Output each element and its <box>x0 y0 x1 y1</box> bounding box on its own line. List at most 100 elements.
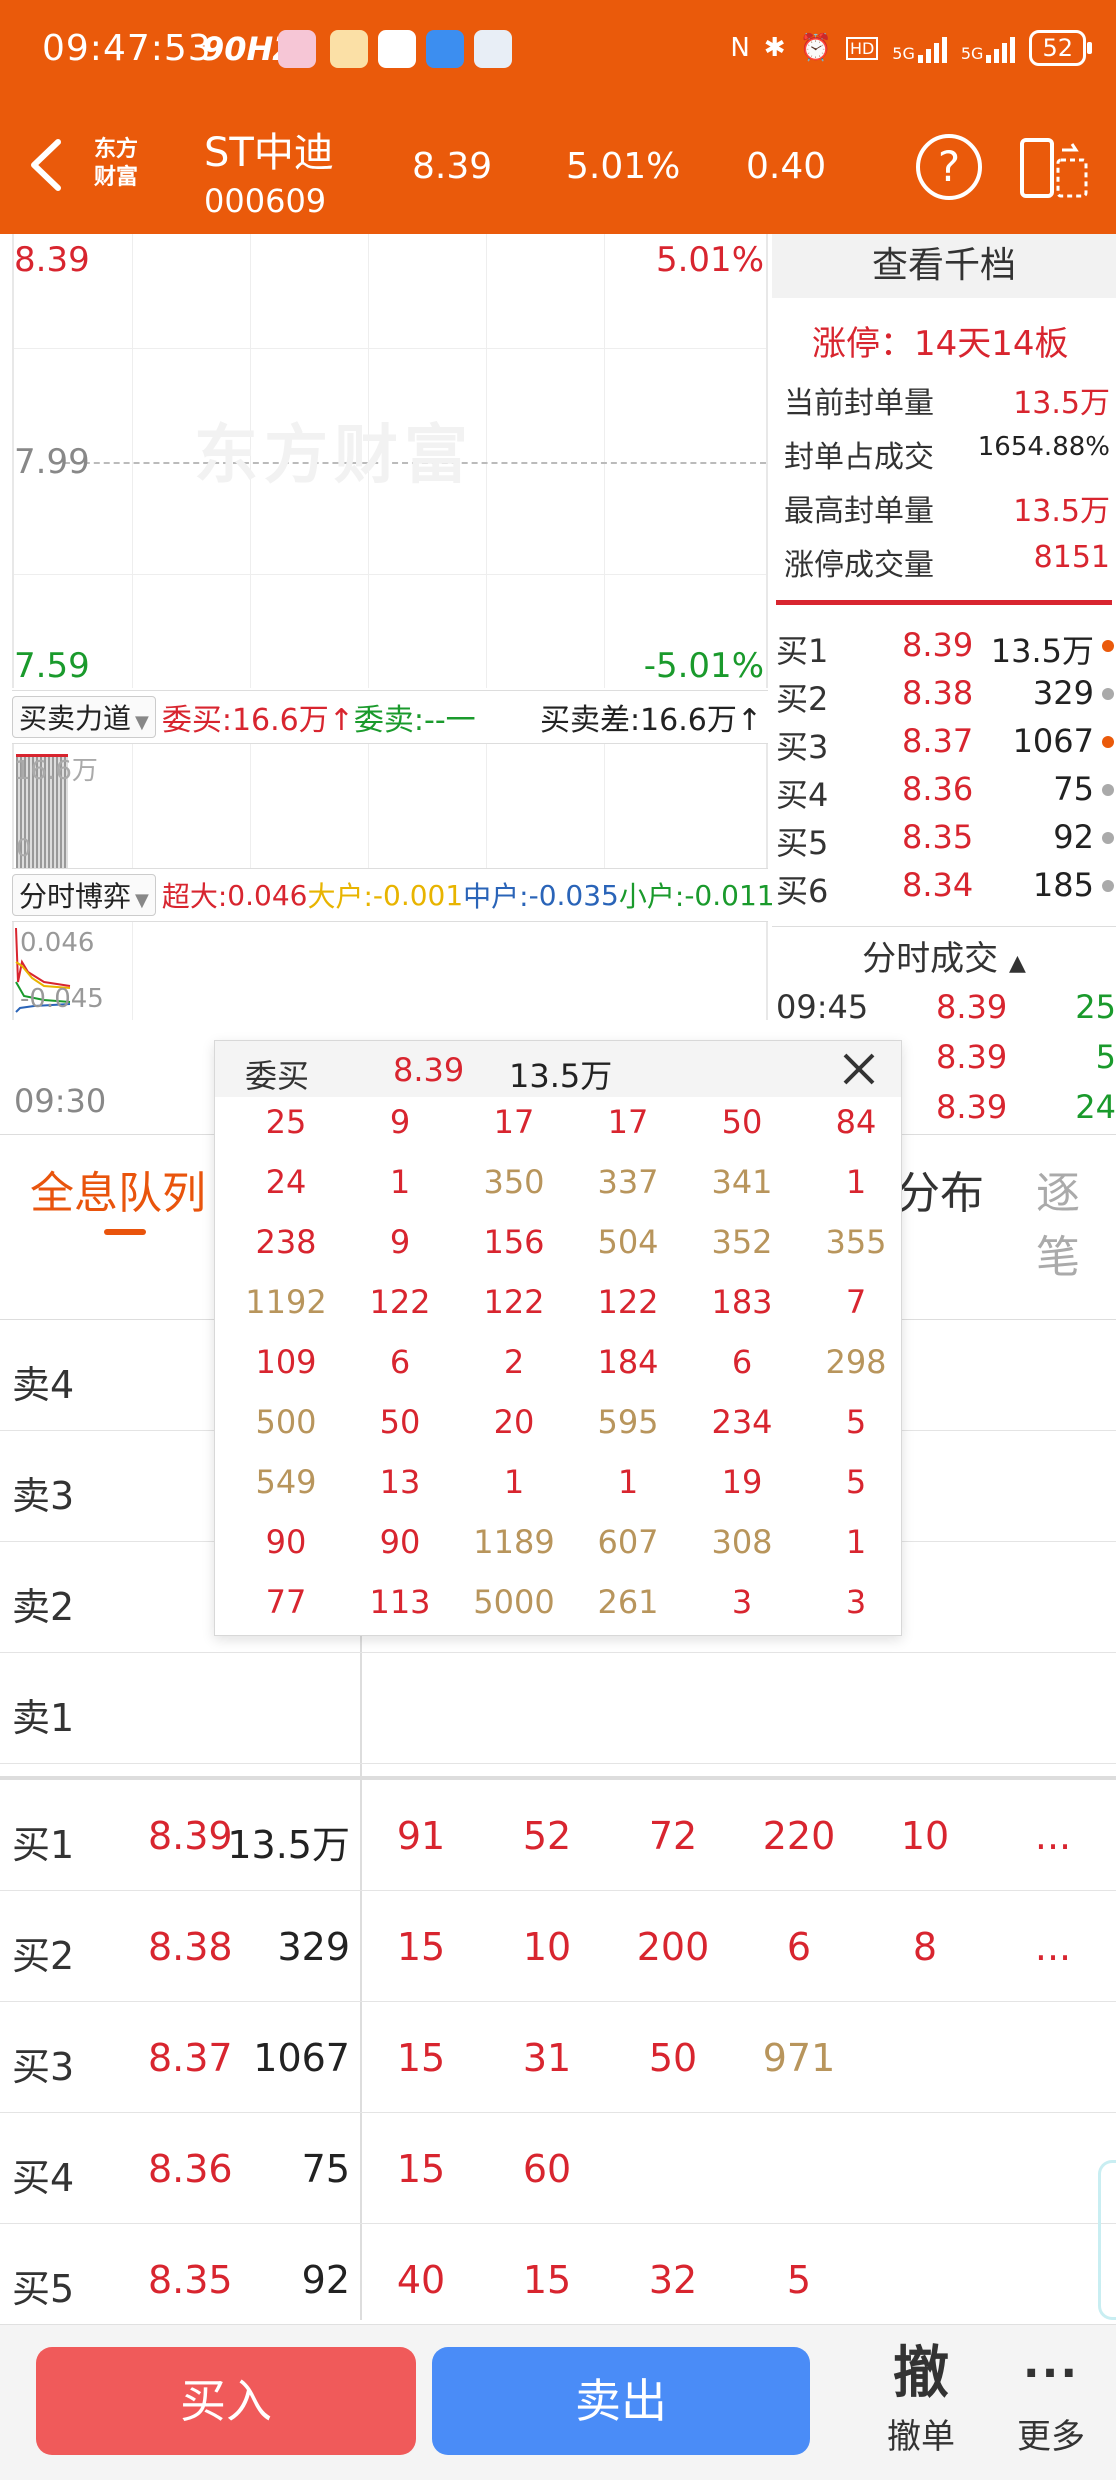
bid-queue-row[interactable]: 买5 8.35 92 40 15 32 5 <box>0 2224 1116 2335</box>
popup-title: 委买 <box>245 1057 310 1095</box>
popup-order-cell: 298 <box>825 1343 887 1381</box>
order-cell: 15 <box>522 2258 572 2302</box>
back-icon[interactable] <box>18 130 78 200</box>
bid-level[interactable]: 买6 8.34 185 <box>776 866 1116 914</box>
status-dot-icon <box>1102 640 1114 652</box>
bid-queue-row[interactable]: 买4 8.36 75 15 60 <box>0 2113 1116 2224</box>
popup-order-cell: 9 <box>389 1103 411 1141</box>
order-cell: 32 <box>648 2258 698 2302</box>
chart-area: 东方财富 8.39 5.01% 7.99 7.59 -5.01% 买卖力道 ▼ 委… <box>0 234 775 1144</box>
popup-order-cell: 6 <box>389 1343 411 1381</box>
bid-level[interactable]: 买1 8.39 13.5万 <box>776 626 1116 674</box>
more-label: 更多 <box>1017 2417 1085 2457</box>
popup-order-cell: 17 <box>493 1103 535 1141</box>
ask-total-value: --一 <box>424 703 476 738</box>
popup-order-cell: 20 <box>493 1403 535 1441</box>
more-orders[interactable]: ... <box>998 1814 1108 1858</box>
limit-row: 涨停成交量 8151 <box>784 540 1110 583</box>
cancel-order-label: 撤单 <box>887 2417 955 2457</box>
red-packet-icon <box>330 30 368 68</box>
medium-value: -0.035 <box>528 878 619 912</box>
popup-order-cell: 308 <box>711 1523 773 1561</box>
bid-ask-diff: 买卖差:16.6万↑ <box>539 703 762 738</box>
popup-order-cell: 350 <box>483 1163 545 1201</box>
popup-order-cell: 90 <box>379 1523 421 1561</box>
current-price: 8.39 <box>412 146 493 187</box>
status-time: 09:47:53 <box>42 28 212 69</box>
popup-order-cell: 122 <box>369 1283 431 1321</box>
popup-order-cell: 1189 <box>473 1523 555 1561</box>
bid-queue-row[interactable]: 买3 8.37 1067 15 31 50 971 <box>0 2002 1116 2113</box>
floating-edge-handle[interactable] <box>1098 2160 1116 2320</box>
status-dot-icon <box>1102 880 1114 892</box>
popup-order-cell: 2 <box>503 1343 525 1381</box>
popup-order-cell: 234 <box>711 1403 773 1441</box>
order-book-panel: 查看千档 涨停：14天14板 当前封单量 13.5万 封单占成交 1654.88% … <box>772 234 1116 1144</box>
popup-order-cell: 122 <box>597 1283 659 1321</box>
status-dot-icon <box>1102 736 1114 748</box>
more-button[interactable]: ··· 更多 <box>996 2339 1106 2469</box>
bid-level[interactable]: 买4 8.36 75 <box>776 770 1116 818</box>
view-thousand-levels-button[interactable]: 查看千档 <box>772 234 1116 298</box>
stock-name[interactable]: ST中迪 <box>204 120 334 178</box>
sell-button[interactable]: 卖出 <box>432 2347 810 2455</box>
bank-app-icon <box>474 30 512 68</box>
popup-order-cell: 5 <box>845 1463 867 1501</box>
popup-order-cell: 1192 <box>245 1283 327 1321</box>
help-button[interactable]: ? <box>916 134 982 200</box>
popup-order-cell: 500 <box>255 1403 317 1441</box>
popup-order-cell: 24 <box>265 1163 307 1201</box>
bid-queue-row[interactable]: 买2 8.38 329 15 10 200 6 8 ... <box>0 1891 1116 2002</box>
super-large-label: 超大: <box>161 880 228 913</box>
popup-order-cell: 183 <box>711 1283 773 1321</box>
popup-order-cell: 3 <box>731 1583 753 1621</box>
grid-line <box>14 348 766 349</box>
price-high-pct-label: 5.01% <box>655 240 764 280</box>
bid-queue-row[interactable]: 买1 8.39 13.5万 91 52 72 220 10 ... <box>0 1780 1116 1891</box>
popup-order-cell: 1 <box>389 1163 411 1201</box>
force-chart: 16.6万 0 <box>12 744 768 868</box>
bid-level[interactable]: 买3 8.37 1067 <box>776 722 1116 770</box>
popup-order-cell: 90 <box>265 1523 307 1561</box>
tab-full-queue[interactable]: 全息队列 <box>30 1157 206 1221</box>
stock-code: 000609 <box>204 182 327 220</box>
signal-icon-2: 5G <box>961 33 1016 63</box>
close-icon[interactable] <box>837 1047 881 1091</box>
more-orders[interactable]: ... <box>998 1925 1108 1969</box>
order-cell: 91 <box>396 1814 446 1858</box>
large-label: 大户: <box>307 880 373 913</box>
ask-total-label: 委卖: <box>353 703 425 738</box>
cancel-order-button[interactable]: 撤 撤单 <box>866 2339 976 2469</box>
status-bar: 09:47:53 90HZ N ✱ ⏰ HD 5G 5G 52 <box>0 0 1116 100</box>
ask-row[interactable]: 卖1 <box>0 1653 1116 1764</box>
large-value: -0.001 <box>372 878 464 912</box>
bid-level[interactable]: 买5 8.35 92 <box>776 818 1116 866</box>
money-flow-selector[interactable]: 分时博弈 ▼ <box>12 874 156 916</box>
popup-order-cell: 109 <box>255 1343 317 1381</box>
small-value: -0.011 <box>684 878 775 912</box>
bid-total-value: 16.6万↑ <box>231 703 354 738</box>
order-cell: 8 <box>912 1925 938 1969</box>
popup-order-cell: 50 <box>379 1403 421 1441</box>
trade-action-bar: 买入 卖出 撤 撤单 ··· 更多 <box>0 2324 1116 2480</box>
bid-level[interactable]: 买2 8.38 329 <box>776 674 1116 722</box>
tick-trades-header[interactable]: 分时成交 ▲ <box>772 926 1116 979</box>
popup-volume: 13.5万 <box>509 1057 613 1095</box>
popup-order-cell: 184 <box>597 1343 659 1381</box>
price-low-label: 7.59 <box>14 646 90 686</box>
popup-order-cell: 341 <box>711 1163 773 1201</box>
bid-total-label: 委买: <box>161 703 232 738</box>
app-notification-icon <box>278 30 316 68</box>
popup-order-cell: 355 <box>825 1223 887 1261</box>
force-selector[interactable]: 买卖力道 ▼ <box>12 696 156 738</box>
popup-order-cell: 1 <box>503 1463 525 1501</box>
caret-up-icon: ▲ <box>1008 951 1026 976</box>
buy-button[interactable]: 买入 <box>36 2347 416 2455</box>
limit-row: 最高封单量 13.5万 <box>784 494 1110 529</box>
popup-order-cell: 261 <box>597 1583 659 1621</box>
intraday-price-chart[interactable]: 东方财富 8.39 5.01% 7.99 7.59 -5.01% <box>12 234 768 688</box>
cancel-order-icon: 撤 <box>893 2341 949 2406</box>
order-cell: 15 <box>396 2147 446 2191</box>
split-screen-icon[interactable] <box>1018 136 1090 200</box>
popup-header: 委买 8.39 13.5万 <box>215 1041 901 1097</box>
